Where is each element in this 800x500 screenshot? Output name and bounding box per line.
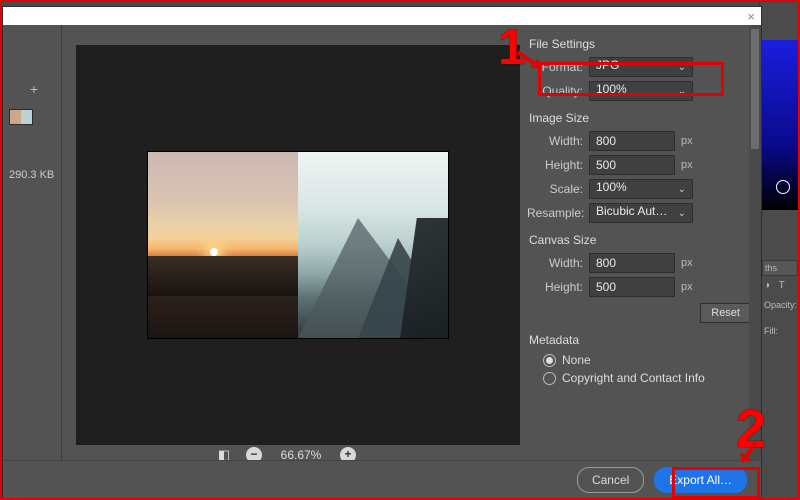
- unit-px: px: [681, 135, 699, 147]
- canvas-height-input[interactable]: [589, 277, 675, 297]
- metadata-none-label: None: [562, 353, 591, 367]
- format-value: JPG: [596, 58, 619, 72]
- preview-canvas: [76, 45, 520, 445]
- thumbnail-item[interactable]: [9, 109, 33, 125]
- settings-panel: File Settings Format: JPG ⌄ Quality: 100…: [523, 25, 761, 461]
- close-icon[interactable]: ×: [747, 9, 755, 24]
- width-label: Width:: [527, 134, 583, 148]
- image-size-title: Image Size: [529, 111, 751, 125]
- format-select[interactable]: JPG ⌄: [589, 57, 693, 77]
- metadata-title: Metadata: [529, 333, 751, 347]
- thumbnail-strip: + 290.3 KB: [3, 25, 62, 461]
- settings-scrollbar[interactable]: [749, 25, 761, 461]
- preview-left-half: [148, 152, 298, 338]
- preview-right-half: [298, 152, 448, 338]
- cancel-button[interactable]: Cancel: [577, 467, 644, 493]
- metadata-none-row[interactable]: None: [543, 353, 751, 367]
- annotation-arrow-1: [516, 50, 546, 74]
- fill-label: Fill:: [764, 326, 778, 336]
- chevron-down-icon: ⌄: [678, 184, 686, 195]
- preview-image: [148, 152, 448, 338]
- canvas-width-input[interactable]: [589, 253, 675, 273]
- export-dialog: × + 290.3 KB: [2, 6, 762, 500]
- height-label: Height:: [527, 158, 583, 172]
- scale-select[interactable]: 100% ⌄: [589, 179, 693, 199]
- dialog-titlebar: ×: [3, 7, 761, 25]
- opacity-label: Opacity:: [764, 300, 797, 310]
- unit-px: px: [681, 281, 699, 293]
- canvas-height-label: Height:: [527, 280, 583, 294]
- color-ring-icon: [776, 180, 790, 194]
- scale-value: 100%: [596, 180, 627, 194]
- format-row: Format: JPG ⌄: [527, 57, 751, 77]
- resample-label: Resample:: [527, 206, 583, 220]
- metadata-contact-label: Copyright and Contact Info: [562, 371, 705, 385]
- scale-label: Scale:: [527, 182, 583, 196]
- quality-value: 100%: [596, 82, 627, 96]
- width-input[interactable]: [589, 131, 675, 151]
- chevron-down-icon: ⌄: [678, 62, 686, 73]
- chevron-down-icon: ⌄: [678, 86, 686, 97]
- radio-icon[interactable]: [543, 372, 556, 385]
- canvas-size-title: Canvas Size: [529, 233, 751, 247]
- canvas-width-label: Width:: [527, 256, 583, 270]
- dialog-footer: Cancel Export All…: [3, 460, 761, 499]
- panel-icons: ◑ T: [764, 280, 800, 291]
- chevron-down-icon: ⌄: [678, 208, 686, 219]
- export-all-button[interactable]: Export All…: [654, 467, 747, 493]
- radio-icon[interactable]: [543, 354, 556, 367]
- annotation-arrow-2: [736, 440, 762, 470]
- resample-value: Bicubic Aut…: [596, 204, 667, 218]
- quality-select[interactable]: 100% ⌄: [589, 81, 693, 101]
- quality-row: Quality: 100% ⌄: [527, 81, 751, 101]
- thumbnail-filesize: 290.3 KB: [9, 169, 54, 181]
- reset-button[interactable]: Reset: [700, 303, 751, 323]
- unit-px: px: [681, 159, 699, 171]
- height-input[interactable]: [589, 155, 675, 175]
- unit-px: px: [681, 257, 699, 269]
- metadata-contact-row[interactable]: Copyright and Contact Info: [543, 371, 751, 385]
- resample-select[interactable]: Bicubic Aut… ⌄: [589, 203, 693, 223]
- quality-label: Quality:: [527, 84, 583, 98]
- add-asset-button[interactable]: +: [25, 81, 43, 99]
- panel-tab: ths: [762, 260, 798, 276]
- preview-pane: ◧ − 66.67% +: [62, 25, 523, 461]
- file-settings-title: File Settings: [529, 37, 751, 51]
